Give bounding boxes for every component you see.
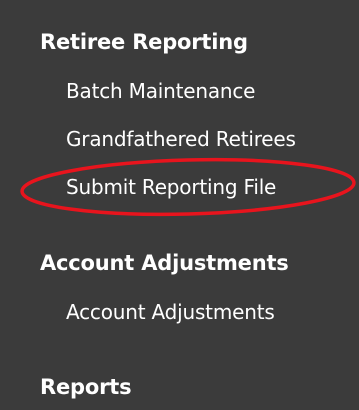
sidebar-nav: Retiree Reporting Batch Maintenance Gran… xyxy=(0,0,359,410)
nav-link-submit-reporting-file[interactable]: Submit Reporting File xyxy=(66,175,276,199)
section-heading-account-adjustments: Account Adjustments xyxy=(40,251,289,275)
nav-link-grandfathered-retirees[interactable]: Grandfathered Retirees xyxy=(66,127,296,151)
section-heading-retiree-reporting: Retiree Reporting xyxy=(40,30,248,54)
nav-link-batch-maintenance[interactable]: Batch Maintenance xyxy=(66,79,255,103)
highlight-oval-annotation xyxy=(20,157,356,217)
nav-link-account-adjustments[interactable]: Account Adjustments xyxy=(66,300,275,324)
section-heading-reports[interactable]: Reports xyxy=(40,375,132,399)
